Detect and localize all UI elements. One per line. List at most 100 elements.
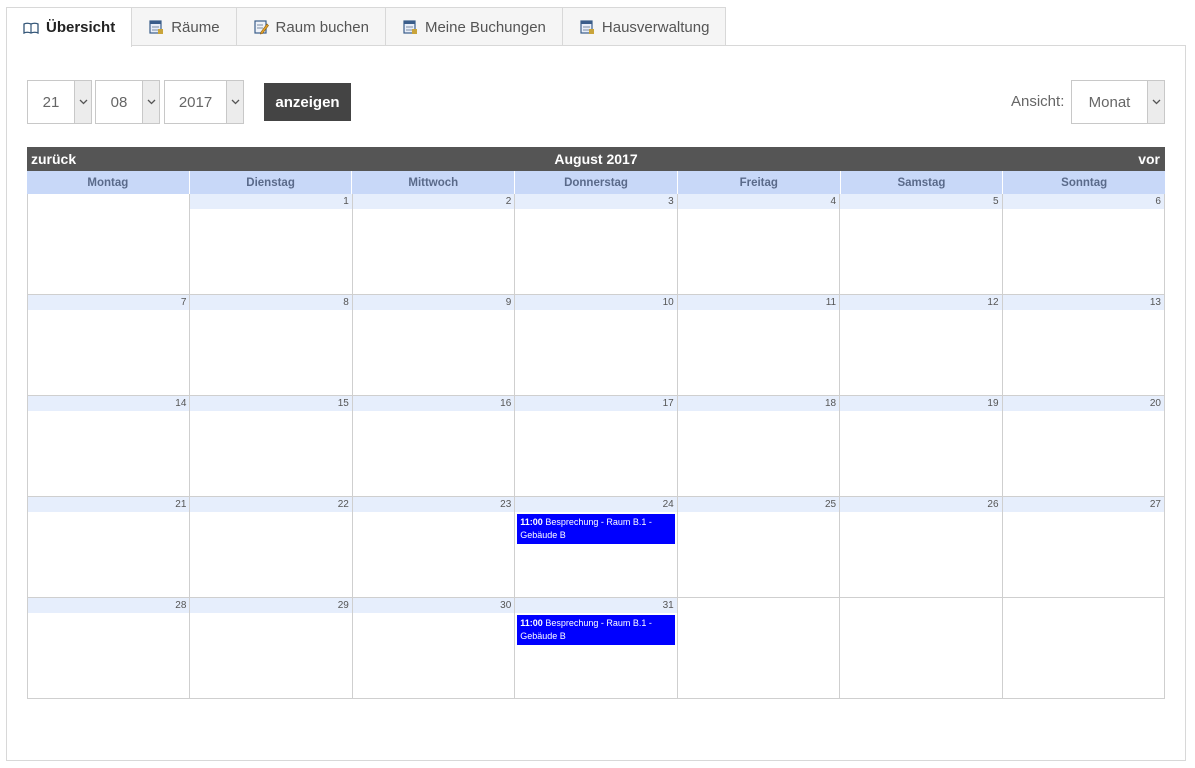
day-number: 24 xyxy=(515,497,677,512)
day-number: 13 xyxy=(1002,295,1164,310)
calendar-day-cell[interactable]: 1 xyxy=(190,194,353,295)
chevron-down-icon xyxy=(1147,81,1164,123)
calendar-day-cell[interactable]: 16 xyxy=(352,396,516,497)
day-number: 3 xyxy=(515,194,677,209)
day-number: 29 xyxy=(190,598,352,613)
calendar-week-row: 123456 xyxy=(28,194,1165,295)
calendar-day-cell[interactable]: 24 11:00 Besprechung - Raum B.1 - Gebäude… xyxy=(515,497,678,598)
day-number: 26 xyxy=(840,497,1002,512)
day-number: 5 xyxy=(840,194,1002,209)
tab-label: Übersicht xyxy=(46,19,116,36)
calendar-week-row: 7 8 9 10 11 12 13 xyxy=(28,295,1165,396)
calendar-day-cell[interactable]: 28 xyxy=(28,598,191,699)
tab-label: Hausverwaltung xyxy=(601,18,710,36)
calendar-day-cell[interactable]: 15 xyxy=(190,396,353,497)
calendar-day-cell[interactable]: 11 xyxy=(677,295,841,396)
calendar-empty-cell xyxy=(840,598,1003,699)
book-icon xyxy=(23,20,39,36)
day-number: 30 xyxy=(352,598,515,613)
day-number: 16 xyxy=(352,396,515,411)
view-select-value: Monat xyxy=(1088,93,1131,111)
calendar-day-cell[interactable]: 6 xyxy=(1002,194,1165,295)
calendar-week-row: 28 29 30 31 11:00 Besprechung - Raum B.1 - G… xyxy=(28,598,1165,699)
day-select[interactable]: 21 xyxy=(27,80,92,124)
day-number: 25 xyxy=(677,497,840,512)
calendar-day-cell[interactable]: 12 xyxy=(840,295,1003,396)
calendar-event[interactable]: 11:00 Besprechung - Raum B.1 - Gebäude B xyxy=(517,514,675,544)
edit-icon xyxy=(253,19,269,35)
calendar-day-cell[interactable]: 22 xyxy=(190,497,353,598)
day-number: 1 xyxy=(190,194,352,209)
calendar-day-cell[interactable]: 29 xyxy=(190,598,353,699)
weekday-header: Dienstag xyxy=(189,171,353,194)
calendar-day-cell[interactable]: 5 xyxy=(840,194,1003,295)
calendar-day-cell[interactable]: 10 xyxy=(515,295,678,396)
weekday-header: Donnerstag xyxy=(515,171,678,194)
calendar-day-cell[interactable]: 13 xyxy=(1002,295,1165,396)
weekday-header: Montag xyxy=(27,171,190,194)
day-number: 4 xyxy=(677,194,840,209)
calendar-empty-cell xyxy=(677,598,841,699)
show-button[interactable]: anzeigen xyxy=(264,83,351,121)
calendar-day-cell[interactable]: 14 xyxy=(28,396,191,497)
day-number: 9 xyxy=(352,295,515,310)
tab-raeume[interactable]: Räume xyxy=(131,7,237,46)
day-number: 2 xyxy=(352,194,515,209)
calendar-icon xyxy=(148,19,164,35)
day-number: 23 xyxy=(352,497,515,512)
tab-hausverwaltung[interactable]: Hausverwaltung xyxy=(561,7,727,46)
chevron-down-icon xyxy=(226,81,243,123)
calendar-day-cell[interactable]: 17 xyxy=(515,396,678,497)
next-month-link[interactable]: vor xyxy=(1138,151,1160,167)
year-select[interactable]: 2017 xyxy=(164,80,244,124)
calendar-day-cell[interactable]: 3 xyxy=(515,194,678,295)
weekday-header-row: Montag Dienstag Mittwoch Donnerstag Frei… xyxy=(27,171,1166,194)
calendar-grid: 1 2 3 4 5 6 7 8 9 10 11 12 13 14 15 16 17 18 19 20 21 22 23 24 1… xyxy=(27,194,1165,699)
day-number: 27 xyxy=(1002,497,1164,512)
calendar-icon xyxy=(402,19,418,35)
calendar-day-cell[interactable]: 23 xyxy=(352,497,516,598)
day-number: 8 xyxy=(190,295,352,310)
calendar-day-cell[interactable]: 25 xyxy=(677,497,841,598)
calendar-day-cell[interactable]: 26 xyxy=(840,497,1003,598)
month-calendar: zurück August 2017 vor Montag Dienstag M… xyxy=(27,147,1166,699)
day-number: 28 xyxy=(28,598,190,613)
day-number: 19 xyxy=(840,396,1002,411)
calendar-day-cell[interactable]: 19 xyxy=(840,396,1003,497)
calendar-title: August 2017 xyxy=(554,151,638,167)
day-number: 22 xyxy=(190,497,352,512)
day-number: 12 xyxy=(840,295,1002,310)
chevron-down-icon xyxy=(142,81,159,123)
calendar-day-cell[interactable]: 7 xyxy=(28,295,191,396)
view-select[interactable]: Monat xyxy=(1071,80,1165,124)
calendar-empty-cell xyxy=(28,194,191,295)
calendar-day-cell[interactable]: 30 xyxy=(352,598,516,699)
tab-meine-buchungen[interactable]: Meine Buchungen xyxy=(384,7,563,46)
tab-label: Raum buchen xyxy=(275,18,369,36)
calendar-day-cell[interactable]: 27 xyxy=(1002,497,1165,598)
calendar-day-cell[interactable]: 21 xyxy=(28,497,191,598)
calendar-day-cell[interactable]: 20 xyxy=(1002,396,1165,497)
calendar-icon xyxy=(579,19,595,35)
weekday-header: Samstag xyxy=(840,171,1004,194)
day-number: 17 xyxy=(515,396,677,411)
tab-uebersicht[interactable]: Übersicht xyxy=(6,7,133,47)
event-time: 11:00 xyxy=(520,618,543,628)
calendar-day-cell[interactable]: 31 11:00 Besprechung - Raum B.1 - Gebäude… xyxy=(515,598,678,699)
weekday-header: Sonntag xyxy=(1003,171,1166,194)
calendar-week-row: 14 15 16 17 18 19 20 xyxy=(28,396,1165,497)
calendar-day-cell[interactable]: 8 xyxy=(190,295,353,396)
day-number: 15 xyxy=(190,396,352,411)
month-select[interactable]: 08 xyxy=(95,80,160,124)
calendar-day-cell[interactable]: 2 xyxy=(352,194,516,295)
calendar-day-cell[interactable]: 4 xyxy=(677,194,841,295)
calendar-event[interactable]: 11:00 Besprechung - Raum B.1 - Gebäude B xyxy=(517,615,675,645)
tab-raum-buchen[interactable]: Raum buchen xyxy=(235,7,386,46)
day-select-value: 21 xyxy=(42,93,60,111)
day-number: 10 xyxy=(515,295,677,310)
calendar-day-cell[interactable]: 18 xyxy=(677,396,841,497)
view-label: Ansicht: xyxy=(1011,93,1065,110)
chevron-down-icon xyxy=(74,81,91,123)
calendar-day-cell[interactable]: 9 xyxy=(352,295,516,396)
year-select-value: 2017 xyxy=(178,93,213,111)
